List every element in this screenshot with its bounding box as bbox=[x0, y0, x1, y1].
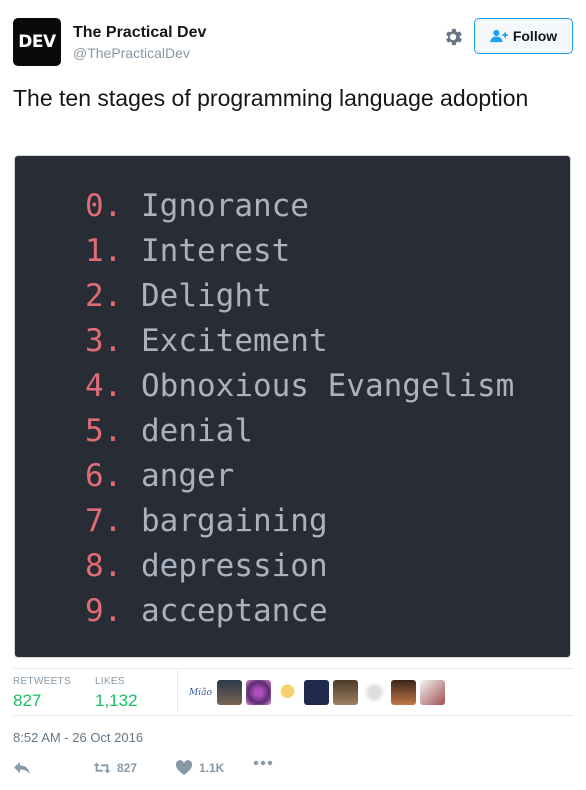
stage-item: 0. Ignorance bbox=[85, 184, 514, 229]
likes-label: LIKES bbox=[95, 676, 125, 687]
retweets-label: RETWEETS bbox=[13, 676, 71, 687]
more-icon bbox=[253, 760, 273, 766]
liker-avatar[interactable]: Mião bbox=[188, 680, 213, 705]
stage-item: 2. Delight bbox=[85, 274, 514, 319]
stage-number: 8. bbox=[85, 548, 123, 584]
like-count: 1.1K bbox=[199, 761, 225, 775]
heart-icon bbox=[175, 760, 193, 775]
reply-icon bbox=[14, 762, 30, 774]
tweet-image[interactable]: 0. Ignorance 1. Interest 2. Delight 3. E… bbox=[14, 155, 571, 658]
like-button[interactable]: 1.1K bbox=[175, 760, 224, 776]
stage-label: anger bbox=[141, 458, 235, 494]
retweet-count: 827 bbox=[117, 761, 138, 775]
liker-avatar[interactable] bbox=[362, 680, 387, 705]
display-name[interactable]: The Practical Dev bbox=[73, 24, 206, 42]
stage-label: Obnoxious Evangelism bbox=[141, 368, 515, 404]
retweets-count: 827 bbox=[13, 691, 42, 710]
stage-number: 0. bbox=[85, 188, 123, 224]
more-button[interactable] bbox=[253, 760, 273, 766]
liker-avatar[interactable] bbox=[333, 680, 358, 705]
stage-number: 4. bbox=[85, 368, 123, 404]
stage-number: 9. bbox=[85, 593, 123, 629]
user-handle[interactable]: @ThePracticalDev bbox=[73, 45, 190, 61]
stage-number: 7. bbox=[85, 503, 123, 539]
stage-label: Interest bbox=[141, 233, 291, 269]
stage-item: 7. bargaining bbox=[85, 499, 514, 544]
stage-label: Delight bbox=[141, 278, 272, 314]
retweets-stat[interactable]: RETWEETS 827 bbox=[13, 676, 71, 711]
stats-separator bbox=[177, 670, 178, 712]
liker-avatar[interactable] bbox=[246, 680, 271, 705]
retweet-icon bbox=[93, 762, 111, 774]
tweet-text: The ten stages of programming language a… bbox=[13, 85, 529, 111]
liker-avatar[interactable] bbox=[275, 680, 300, 705]
add-user-icon bbox=[490, 29, 508, 43]
stage-item: 6. anger bbox=[85, 454, 514, 499]
stage-label: acceptance bbox=[141, 593, 328, 629]
divider bbox=[13, 715, 573, 716]
stage-label: depression bbox=[141, 548, 328, 584]
liker-avatar[interactable] bbox=[304, 680, 329, 705]
likes-stat[interactable]: LIKES 1,132 bbox=[95, 676, 138, 711]
stage-label: Ignorance bbox=[141, 188, 309, 224]
stage-item: 8. depression bbox=[85, 544, 514, 589]
follow-button[interactable]: Follow bbox=[474, 18, 573, 54]
stage-item: 3. Excitement bbox=[85, 319, 514, 364]
likers-avatars: Mião bbox=[188, 680, 445, 705]
follow-label: Follow bbox=[512, 28, 558, 44]
gear-icon[interactable] bbox=[442, 26, 464, 48]
tweet-header: DEV The Practical Dev @ThePracticalDev F… bbox=[13, 18, 573, 68]
stage-number: 1. bbox=[85, 233, 123, 269]
avatar[interactable]: DEV bbox=[13, 18, 61, 66]
divider bbox=[13, 668, 573, 669]
stage-item: 1. Interest bbox=[85, 229, 514, 274]
stage-number: 2. bbox=[85, 278, 123, 314]
stage-number: 6. bbox=[85, 458, 123, 494]
stage-number: 3. bbox=[85, 323, 123, 359]
liker-avatar[interactable] bbox=[391, 680, 416, 705]
reply-button[interactable] bbox=[13, 760, 31, 776]
stages-list: 0. Ignorance 1. Interest 2. Delight 3. E… bbox=[85, 184, 514, 634]
stage-label: denial bbox=[141, 413, 253, 449]
liker-avatar[interactable] bbox=[420, 680, 445, 705]
retweet-button[interactable]: 827 bbox=[93, 760, 137, 776]
stage-label: Excitement bbox=[141, 323, 328, 359]
stage-item: 9. acceptance bbox=[85, 589, 514, 634]
stage-label: bargaining bbox=[141, 503, 328, 539]
stage-item: 5. denial bbox=[85, 409, 514, 454]
liker-avatar[interactable] bbox=[217, 680, 242, 705]
stage-number: 5. bbox=[85, 413, 123, 449]
likes-count: 1,132 bbox=[95, 691, 138, 710]
tweet-timestamp[interactable]: 8:52 AM - 26 Oct 2016 bbox=[13, 730, 143, 745]
stage-item: 4. Obnoxious Evangelism bbox=[85, 364, 514, 409]
tweet-actions: 827 1.1K bbox=[13, 760, 313, 782]
